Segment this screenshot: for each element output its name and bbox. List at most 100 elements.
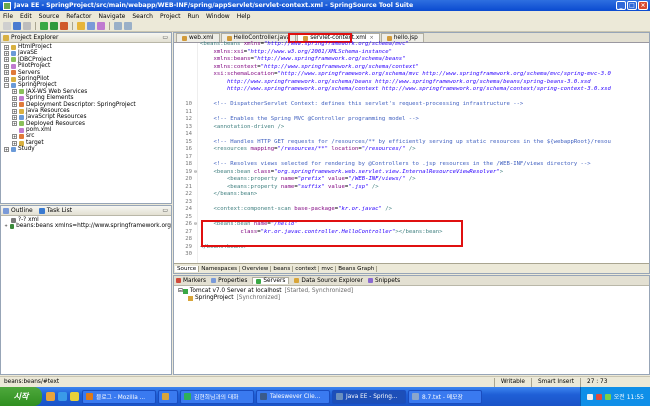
menu-edit[interactable]: Edit (20, 13, 32, 20)
expand-toggle-icon[interactable]: + (12, 102, 17, 108)
code-line[interactable]: 22 </beans:bean> (174, 191, 649, 199)
project-explorer-title[interactable]: Project Explorer (11, 34, 162, 41)
run-icon[interactable] (50, 22, 58, 30)
quicklaunch-icon[interactable] (58, 392, 67, 401)
expand-toggle-icon[interactable]: + (4, 70, 9, 76)
code-line[interactable]: 16 <resources mapping="/resources/**" lo… (174, 146, 649, 154)
expand-toggle-icon[interactable]: + (4, 146, 9, 152)
code-line[interactable]: 18 <!-- Resolves views selected for rend… (174, 161, 649, 169)
outline-item[interactable]: + beans:beans xmlns=http://www.springfram… (4, 223, 171, 229)
server-row[interactable]: ⊟ Tomcat v7.0 Server at localhost [Starte… (178, 288, 649, 295)
debug-icon[interactable] (40, 22, 48, 30)
code-line[interactable]: 19 ⊖ <beans:bean class="org.springframewo… (174, 169, 649, 177)
taskbar-button[interactable]: 블로그 - Mozilla ... (82, 389, 156, 404)
code-line[interactable]: 11 (174, 109, 649, 117)
minimize-view-icon[interactable]: ▭ (162, 207, 168, 214)
taskbar-button[interactable]: 8.7.txt - 메모장 (408, 389, 482, 404)
open-type-icon[interactable] (87, 22, 95, 30)
taskbar-button[interactable] (158, 389, 178, 404)
minimize-view-icon[interactable]: ▭ (162, 34, 168, 41)
tab-beans-graph[interactable]: Beans Graph (336, 265, 378, 272)
code-line[interactable]: 10 <!-- DispatcherServlet Context: defin… (174, 101, 649, 109)
tab-snippets[interactable]: Snippets (367, 278, 400, 284)
expand-toggle-icon[interactable]: − (4, 83, 9, 89)
taskbar-button[interactable]: Taleswever Clie... (256, 389, 330, 404)
quicklaunch-icon[interactable] (70, 392, 79, 401)
new-icon[interactable] (3, 22, 11, 30)
taskbar-button[interactable]: 김현희님과의 대화 (180, 389, 254, 404)
print-icon[interactable] (23, 22, 31, 30)
menu-refactor[interactable]: Refactor (66, 13, 91, 20)
save-icon[interactable] (13, 22, 21, 30)
code-line[interactable]: http://www.springframework.org/schema/co… (174, 86, 649, 94)
tray-icon[interactable] (586, 393, 593, 400)
menu-run[interactable]: Run (188, 13, 200, 20)
module-icon (188, 296, 193, 301)
taskbar-button[interactable]: Java EE - Spring... (332, 389, 406, 404)
code-line[interactable]: 12 <!-- Enables the Spring MVC @Controll… (174, 116, 649, 124)
menu-file[interactable]: File (3, 13, 13, 20)
minimize-button[interactable]: _ (616, 1, 626, 10)
quicklaunch-icon[interactable] (46, 392, 55, 401)
code-line[interactable]: 14 (174, 131, 649, 139)
code-line[interactable] (174, 94, 649, 102)
menu-navigate[interactable]: Navigate (98, 13, 125, 20)
tab-mvc[interactable]: mvc (319, 265, 337, 272)
expand-toggle-icon[interactable]: + (4, 63, 9, 69)
tab-data-source-explorer[interactable]: Data Source Explorer (294, 278, 363, 284)
tab-servers[interactable]: Servers (252, 277, 290, 284)
tab-outline[interactable]: Outline (11, 207, 33, 214)
code-line[interactable]: 24 <context:component-scan base-package=… (174, 206, 649, 214)
expand-toggle-icon[interactable]: + (12, 114, 17, 120)
forward-icon[interactable] (124, 22, 132, 30)
code-line[interactable]: xmlns:xsi="http://www.w3.org/2001/XMLSch… (174, 49, 649, 57)
menu-project[interactable]: Project (160, 13, 181, 20)
tray-icon[interactable] (595, 393, 602, 400)
new-java-project-icon[interactable] (77, 22, 85, 30)
expand-toggle-icon[interactable]: + (12, 108, 17, 114)
expand-toggle-icon[interactable]: + (4, 51, 9, 57)
menu-help[interactable]: Help (237, 13, 251, 20)
expand-toggle-icon[interactable]: + (4, 57, 9, 63)
module-row[interactable]: SpringProject [Synchronized] (178, 295, 649, 302)
code-line[interactable]: 30 (174, 251, 649, 259)
code-line[interactable]: 20 <beans:property name="prefix" value="… (174, 176, 649, 184)
menu-source[interactable]: Source (39, 13, 60, 20)
code-line[interactable]: xmlns:beans="http://www.springframework.… (174, 56, 649, 64)
tab-context[interactable]: context (293, 265, 320, 272)
code-line[interactable]: 15 <!-- Handles HTTP GET requests for /r… (174, 139, 649, 147)
back-icon[interactable] (114, 22, 122, 30)
code-line[interactable]: 23 (174, 199, 649, 207)
code-area[interactable]: <beans:beans xmlns="http://www.springfra… (174, 41, 649, 263)
tab-source[interactable]: Source (175, 265, 200, 272)
tree-item[interactable]: + Study (4, 146, 171, 152)
tab-namespaces[interactable]: Namespaces (199, 265, 241, 272)
code-line[interactable]: xsi:schemaLocation="http://www.springfra… (174, 71, 649, 79)
start-button[interactable]: 시작 (0, 387, 42, 406)
expand-toggle-icon[interactable]: + (4, 76, 9, 82)
code-line[interactable]: xmlns:context="http://www.springframewor… (174, 64, 649, 72)
tab-properties[interactable]: Properties (211, 278, 247, 284)
expand-toggle-icon[interactable]: + (12, 95, 17, 101)
maximize-button[interactable]: □ (627, 1, 637, 10)
code-line[interactable]: http://www.springframework.org/schema/be… (174, 79, 649, 87)
search-icon[interactable] (97, 22, 105, 30)
code-line[interactable]: 13 <annotation-driven /> (174, 124, 649, 132)
expand-toggle-icon[interactable]: + (12, 140, 17, 146)
menu-search[interactable]: Search (132, 13, 153, 20)
expand-toggle-icon[interactable]: + (4, 44, 9, 50)
tab-markers[interactable]: Markers (176, 278, 206, 284)
tray-icon[interactable] (604, 393, 611, 400)
close-button[interactable]: × (638, 1, 648, 10)
code-line[interactable]: 17 (174, 154, 649, 162)
expand-toggle-icon[interactable]: + (12, 89, 17, 95)
tab-beans[interactable]: beans (271, 265, 294, 272)
external-tools-icon[interactable] (60, 22, 68, 30)
expand-toggle-icon[interactable]: + (12, 121, 17, 127)
code-line[interactable]: <beans:beans xmlns="http://www.springfra… (174, 41, 649, 49)
expand-toggle-icon[interactable]: + (12, 134, 17, 140)
tab-task-list[interactable]: Task List (47, 207, 163, 214)
menu-window[interactable]: Window (206, 13, 230, 20)
code-line[interactable]: 21 <beans:property name="suffix" value="… (174, 184, 649, 192)
tab-overview[interactable]: Overview (240, 265, 272, 272)
